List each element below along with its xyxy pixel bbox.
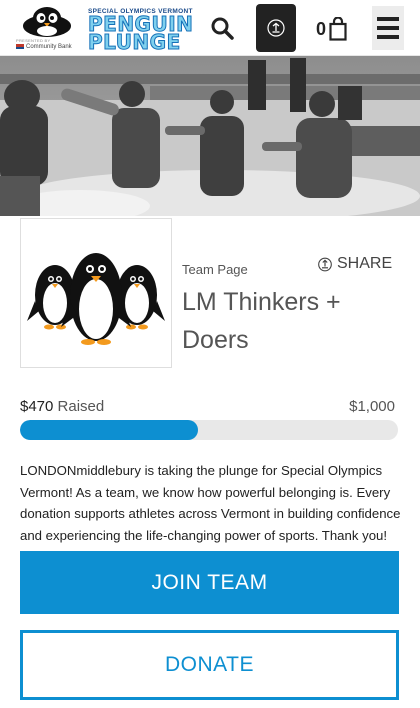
- share-button[interactable]: SHARE: [318, 255, 392, 273]
- hamburger-menu-icon-bar: [377, 26, 399, 30]
- donate-button[interactable]: DONATE: [20, 630, 399, 700]
- logo-presented-by: PRESENTED BY: [16, 38, 51, 43]
- team-description: LONDONmiddlebury is taking the plunge fo…: [20, 463, 401, 543]
- hero-banner-photo: [0, 56, 420, 216]
- sponsor-name: Community Bank: [26, 44, 72, 51]
- penguin-plunge-logo[interactable]: SPECIAL OLYMPICS VERMONT PENGUIN PLUNGE …: [12, 5, 193, 53]
- cart-button[interactable]: 0: [316, 14, 347, 44]
- logo-sponsor: Community Bank: [16, 44, 72, 50]
- upload-icon: [267, 19, 285, 37]
- join-team-button[interactable]: JOIN TEAM: [20, 551, 399, 614]
- sponsor-flag-icon: [16, 44, 24, 49]
- goal-amount: $1,000: [349, 398, 395, 415]
- search-button[interactable]: [206, 12, 238, 44]
- hamburger-menu-icon: [377, 17, 399, 21]
- raised-value: $470: [20, 398, 54, 415]
- team-name: LM Thinkers + Doers: [182, 288, 341, 354]
- logo-title-line2: PLUNGE: [88, 30, 181, 54]
- site-header: SPECIAL OLYMPICS VERMONT PENGUIN PLUNGE …: [0, 0, 420, 56]
- share-label: SHARE: [337, 255, 393, 272]
- shopping-bag-icon: [329, 17, 347, 41]
- fundraising-progress-bar: [20, 420, 398, 440]
- team-page-label: Team Page: [182, 262, 248, 277]
- hero-photo-illustration: [0, 56, 420, 216]
- search-icon: [211, 17, 234, 40]
- raised-amount: $470 Raised: [20, 398, 104, 415]
- raised-label: Raised: [57, 398, 105, 415]
- three-penguins-icon: [27, 253, 165, 345]
- team-logo: [20, 218, 172, 368]
- menu-button[interactable]: [372, 6, 404, 50]
- cart-count: 0: [316, 18, 327, 39]
- penguin-mascot-icon: [23, 7, 71, 37]
- upload-button[interactable]: [256, 4, 296, 52]
- progress-fill: [20, 420, 198, 440]
- share-icon: [318, 257, 332, 271]
- hamburger-menu-icon-bar: [377, 35, 399, 39]
